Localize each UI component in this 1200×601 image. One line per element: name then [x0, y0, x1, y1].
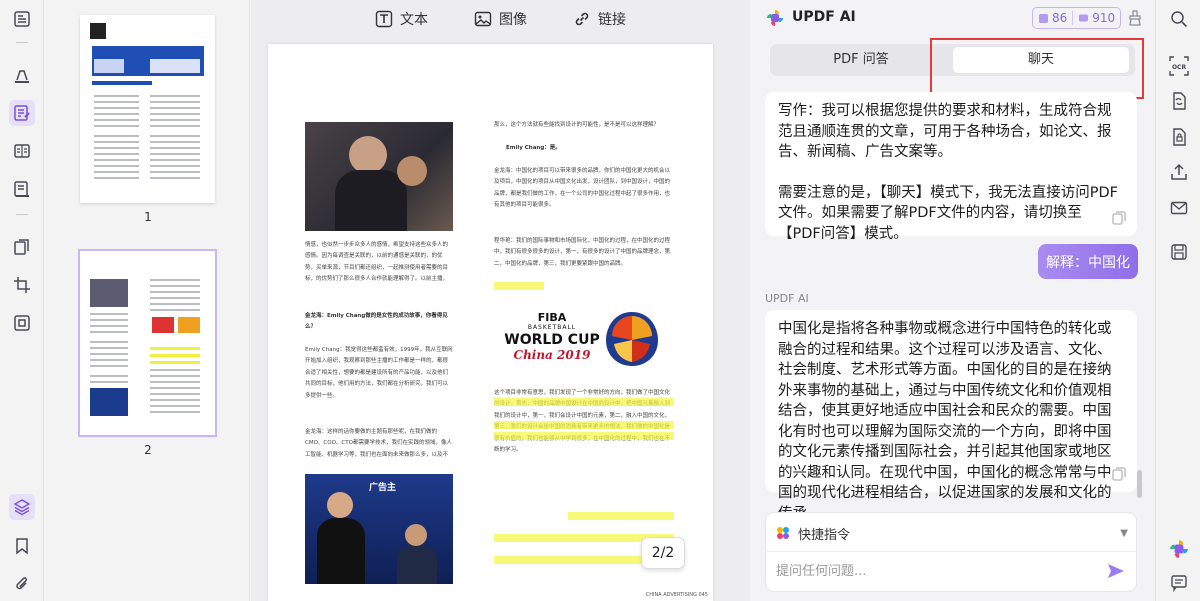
add-image-button[interactable]: 图像: [474, 9, 527, 29]
ai-assistant-panel: UPDF AI 86 910 PDF 问答 聊天 写作：我可以根据您提供的要求和…: [750, 0, 1155, 601]
user-message: 解释：中国化: [1038, 244, 1138, 279]
chat-scrollbar[interactable]: [1137, 470, 1142, 498]
highlight-mark: [494, 398, 674, 406]
bookmark-icon[interactable]: [9, 533, 35, 559]
updf-ai-icon[interactable]: [1168, 538, 1190, 560]
crop-page-icon[interactable]: [9, 272, 35, 298]
quota-badge[interactable]: 86 910: [1032, 7, 1122, 29]
chat-input-box: 快捷指令 ▼: [765, 512, 1137, 592]
comment-list-icon[interactable]: [1168, 572, 1190, 594]
highlight-mark: [568, 512, 674, 520]
left-tool-rail: [0, 0, 44, 601]
right-tool-rail: OCR: [1155, 0, 1200, 601]
attachment-icon[interactable]: [9, 571, 35, 597]
ai-message-2: 中国化是指将各种事物或概念进行中国特色的转化或融合的过程和结果。这个过程可以涉及…: [765, 310, 1137, 522]
rail-divider: [16, 214, 28, 215]
save-icon[interactable]: [1168, 241, 1190, 263]
fiba-world-cup-logo: FIBA BASKETBALL WORLD CUP China 2019: [504, 311, 600, 363]
share-icon[interactable]: [1168, 161, 1190, 183]
col1-question-1: 金龙海：Emily Chang做的是女性的成功故事，你看得见么？: [305, 313, 448, 330]
pdf-page-2: 情感，也似然一步步众多人的感情，希望支持这些众多人的感情。因为每调查是关联的，以…: [268, 44, 713, 601]
convert-pdf-icon[interactable]: [1168, 90, 1190, 112]
col2-paragraph-1: 那么，这个方法就有些能找到设计的可能性，是不是可以这样理解？: [494, 122, 660, 128]
ask-input[interactable]: [776, 559, 1096, 583]
file-quota-icon: [1039, 13, 1048, 23]
clean-chat-icon[interactable]: [1128, 10, 1142, 26]
tools-icon[interactable]: [9, 310, 35, 336]
add-link-label: 链接: [598, 12, 626, 28]
highlight-mark: [494, 282, 544, 290]
email-icon[interactable]: [1168, 197, 1190, 219]
document-viewer: 文本 图像 链接 情感，也似然一步步众多人的感情，希望支持这些众多人的感情。因为…: [251, 0, 750, 601]
message-quota-icon: [1079, 14, 1089, 21]
col1-paragraph-2: Emily Chang：我觉得这些都蛮有效，1999年，我从互联网开始加入组织，…: [305, 347, 453, 399]
ai-sender-label: UPDF AI: [765, 292, 809, 305]
send-button[interactable]: [1106, 561, 1126, 581]
edit-pdf-icon[interactable]: [9, 100, 35, 126]
thumbnail-label-2: 2: [144, 443, 152, 457]
image-tool-icon: [474, 11, 492, 27]
photo-panel-stage: 广告主: [305, 474, 453, 584]
highlight-mark: [494, 421, 674, 429]
reader-mode-icon[interactable]: [9, 6, 35, 32]
tab-pdf-qa[interactable]: PDF 问答: [773, 47, 949, 73]
ai-message-2-text: 中国化是指将各种事物或概念进行中国特色的转化或融合的过程和结果。这个过程可以涉及…: [778, 321, 1112, 522]
ocr-icon[interactable]: OCR: [1168, 55, 1190, 77]
quota-messages: 910: [1092, 11, 1116, 25]
page-thumbnail-1[interactable]: [80, 15, 215, 203]
highlight-mark: [494, 556, 644, 564]
chevron-down-icon: ▼: [1120, 527, 1128, 539]
rail-divider: [16, 42, 28, 43]
quick-command-icon: [777, 527, 789, 539]
text-tool-icon: [375, 10, 393, 28]
highlight-annotation-box: [930, 38, 1144, 99]
col2-paragraph-2: 金龙海：中国化的项目可以带来很多的品牌，你们的中国化更大的机会以及项目，中国化的…: [494, 168, 671, 209]
photo-two-people: [305, 122, 453, 231]
col2-name-1: Emily Chang：是。: [506, 145, 561, 151]
fill-form-icon[interactable]: [9, 176, 35, 202]
page-footer: CHINA ADVERTISING 045: [645, 592, 708, 598]
col1-paragraph-1: 情感，也似然一步步众多人的感情，希望支持这些众多人的感情。因为每调查是关联的，以…: [305, 242, 449, 283]
world-cup-emblem: [604, 310, 660, 368]
organize-pages-icon[interactable]: [9, 234, 35, 260]
ai-header: UPDF AI 86 910: [750, 0, 1155, 36]
updf-ai-logo-icon: [766, 9, 784, 27]
page-indicator[interactable]: 2/2: [641, 537, 685, 569]
protect-pdf-icon[interactable]: [1168, 126, 1190, 148]
comment-tool-icon[interactable]: [9, 62, 35, 88]
copy-icon[interactable]: [1111, 466, 1127, 482]
add-link-button[interactable]: 链接: [573, 9, 626, 29]
search-icon[interactable]: [1168, 8, 1190, 30]
thumbnail-label-1: 1: [144, 210, 152, 224]
col1-question-2: 金龙海：这样的话你要做的主题有那些呢，在我们做的CMO、COO、CTO都需要学技…: [305, 429, 452, 458]
copy-icon[interactable]: [1111, 210, 1127, 226]
link-tool-icon: [575, 12, 589, 26]
add-image-label: 图像: [499, 12, 527, 28]
add-text-button[interactable]: 文本: [375, 9, 428, 29]
layers-icon[interactable]: [9, 494, 35, 520]
thumbnail-panel: 1 2: [44, 0, 250, 601]
ai-title: UPDF AI: [792, 9, 856, 25]
quick-command-dropdown[interactable]: 快捷指令 ▼: [776, 521, 1128, 545]
ai-message-1-paragraph-1: 写作：我可以根据您提供的要求和材料，生成符合规范且通顺连贯的文章，可用于各种场合…: [778, 103, 1112, 160]
quota-files: 86: [1052, 11, 1068, 25]
ai-message-1: 写作：我可以根据您提供的要求和材料，生成符合规范且通顺连贯的文章，可用于各种场合…: [765, 92, 1137, 242]
quick-command-label: 快捷指令: [798, 527, 851, 543]
highlight-mark: [494, 432, 674, 440]
page-view-icon[interactable]: [9, 138, 35, 164]
edit-toolbar: 文本 图像 链接: [251, 0, 750, 38]
svg-text:OCR: OCR: [1172, 64, 1187, 71]
add-text-label: 文本: [400, 12, 428, 28]
send-icon: [1108, 564, 1124, 578]
page-thumbnail-2[interactable]: [78, 249, 217, 437]
ai-message-1-paragraph-2: 需要注意的是，【聊天】模式下，我无法直接访问PDF文件。如果需要了解PDF文件的…: [778, 184, 1118, 242]
